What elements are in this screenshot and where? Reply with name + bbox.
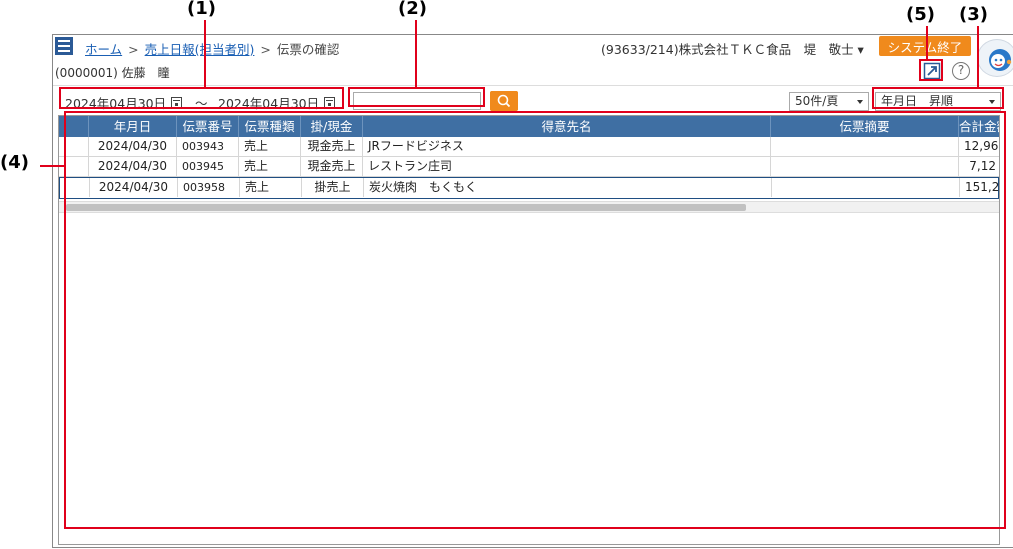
- chevron-down-icon: [857, 100, 863, 104]
- callout-2-leader: [415, 20, 417, 88]
- assistant-icon[interactable]: [977, 39, 1013, 77]
- menu-icon[interactable]: [55, 37, 73, 55]
- breadcrumb-current: 伝票の確認: [276, 42, 340, 57]
- breadcrumb-sales-report[interactable]: 売上日報(担当者別): [145, 42, 255, 57]
- company-user-menu[interactable]: (93633/214)株式会社ＴＫＣ食品 堤 敬士 ▾: [601, 39, 864, 58]
- user-label: (0000001) 佐藤 瞳: [55, 66, 170, 80]
- help-icon[interactable]: ?: [952, 62, 970, 80]
- callout-1-leader: [204, 20, 206, 88]
- callout-2: (2): [398, 0, 427, 19]
- callout-5-leader: [926, 26, 928, 60]
- callout-3-box: [872, 87, 1004, 109]
- callout-4-box: [64, 111, 1006, 529]
- callout-4: (4): [0, 152, 29, 173]
- callout-2-box: [348, 87, 485, 107]
- breadcrumb-home[interactable]: ホーム: [85, 42, 122, 57]
- divider: [53, 85, 1013, 86]
- top-bar: ホーム > 売上日報(担当者別) > 伝票の確認 (93633/214)株式会社ＴＫＣ食…: [53, 35, 1013, 58]
- callout-5: (5): [906, 4, 935, 25]
- breadcrumb: ホーム > 売上日報(担当者別) > 伝票の確認: [85, 42, 340, 57]
- callout-3-leader: [977, 26, 979, 88]
- callout-4-leader: [40, 165, 64, 167]
- callout-5-box: [919, 59, 943, 81]
- callout-1-box: [59, 87, 344, 109]
- search-button[interactable]: [490, 91, 518, 111]
- system-exit-button[interactable]: システム終了: [879, 36, 971, 56]
- callout-3: (3): [959, 4, 988, 25]
- callout-1: (1): [187, 0, 216, 19]
- per-page-select[interactable]: 50件/頁: [789, 92, 869, 111]
